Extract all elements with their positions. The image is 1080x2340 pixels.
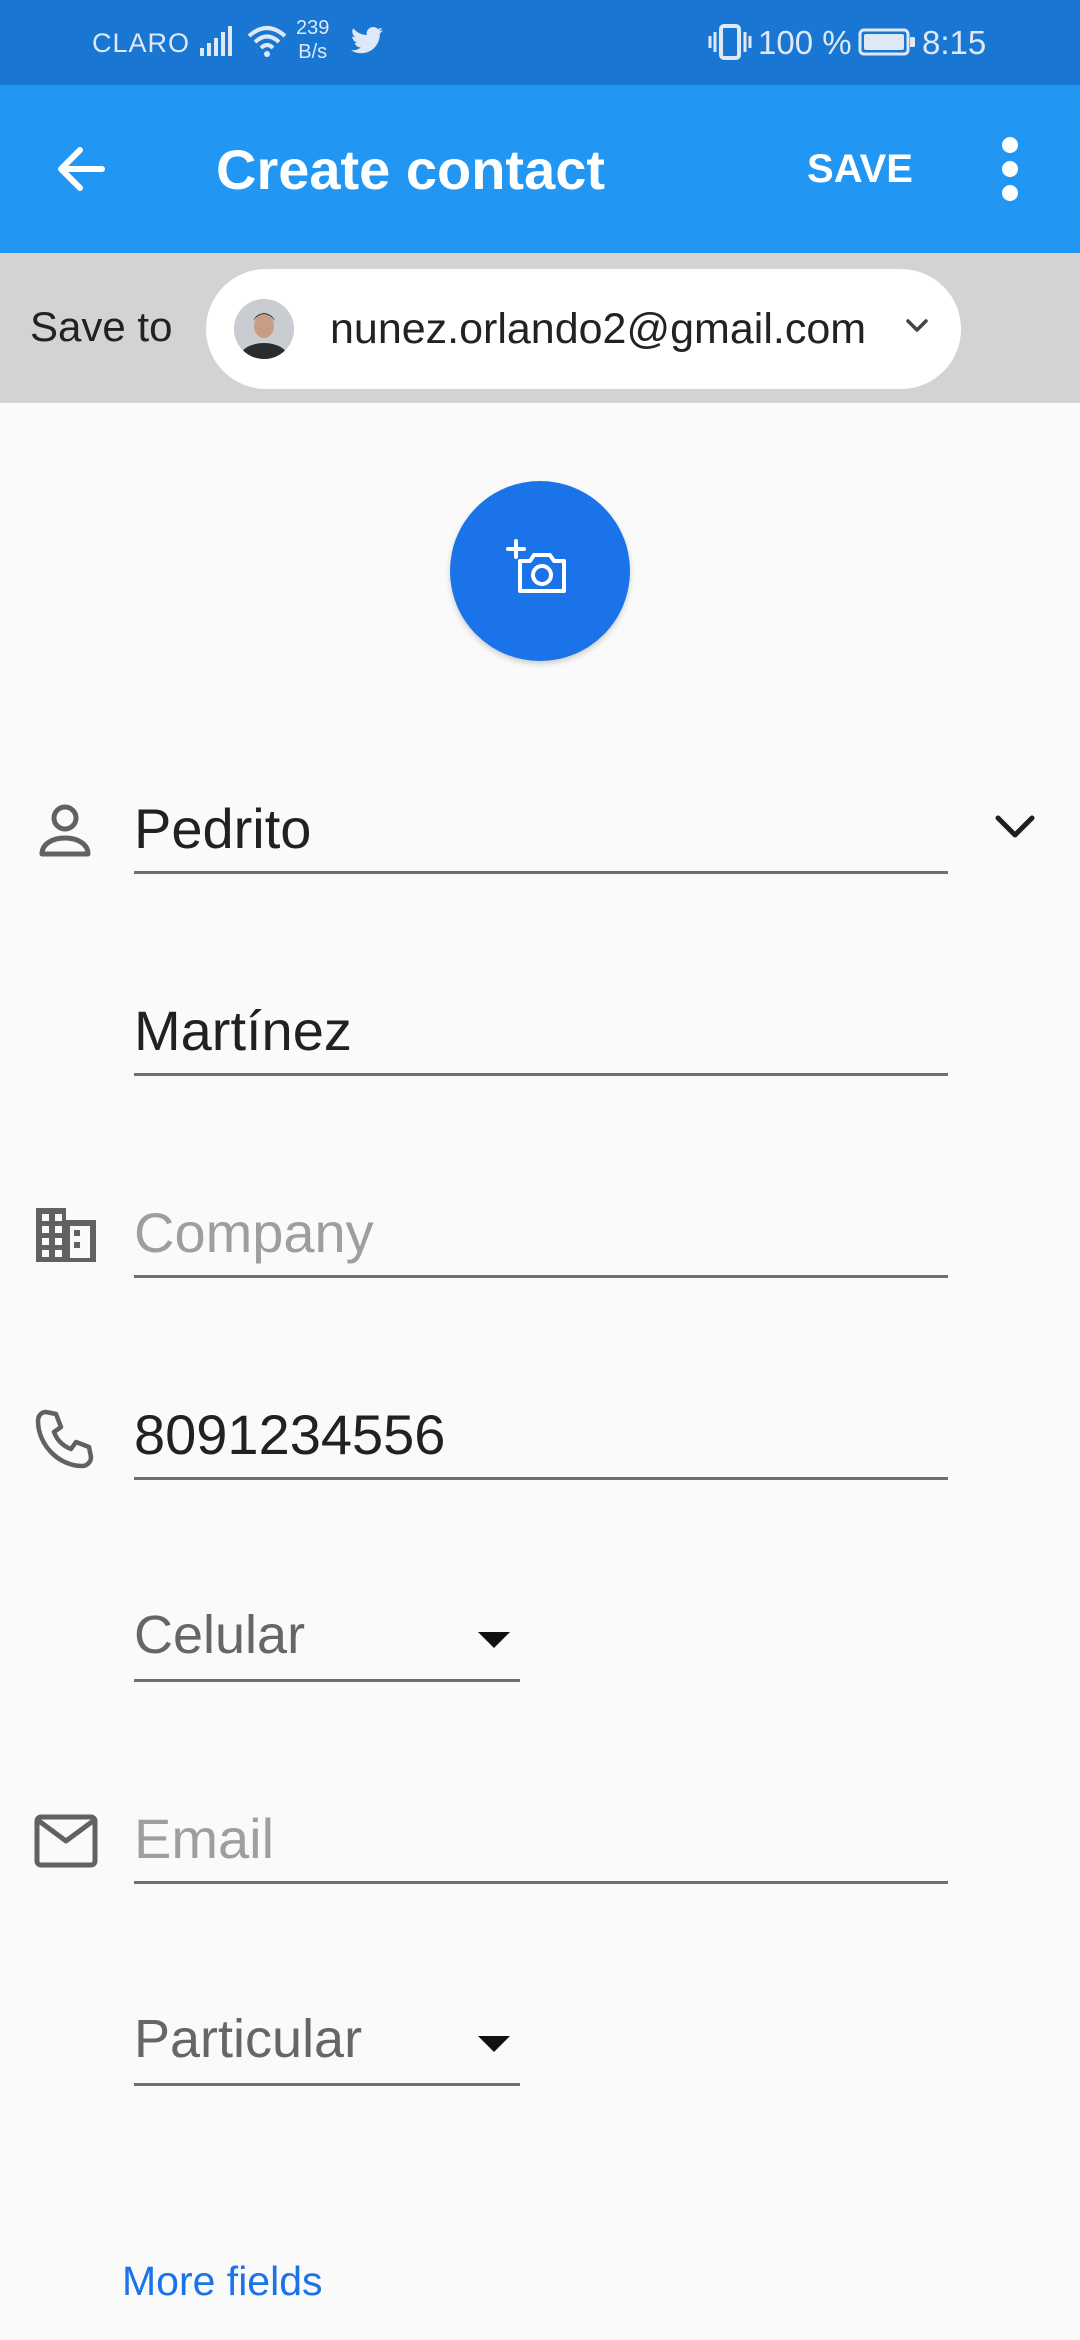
clock: 8:15 (922, 24, 987, 61)
save-to-label: Save to (30, 303, 173, 350)
account-email: nunez.orlando2@gmail.com (330, 305, 867, 353)
app-bar: Create contact SAVE (0, 85, 1080, 253)
business-icon (34, 1206, 98, 1269)
person-icon (34, 800, 96, 867)
first-name-field[interactable]: Pedrito (134, 784, 948, 874)
wifi-icon (246, 24, 288, 63)
phone-field[interactable]: 8091234556 (134, 1390, 948, 1480)
more-vert-icon (1002, 137, 1018, 201)
last-name-field[interactable]: Martínez (134, 986, 948, 1076)
dropdown-arrow-icon (478, 1632, 510, 1648)
save-to-bar: Save to nunez.orlando2@gmail.com (0, 253, 1080, 403)
email-type-select[interactable]: Particular (134, 1996, 520, 2086)
mail-icon (34, 1814, 98, 1873)
network-speed-value: 239 (296, 17, 330, 39)
email-field[interactable]: Email (134, 1794, 948, 1884)
add-photo-icon (506, 539, 566, 593)
chevron-down-icon (995, 815, 1035, 838)
expand-name-button[interactable] (992, 810, 1038, 847)
phone-value: 8091234556 (134, 1403, 446, 1466)
save-button[interactable]: SAVE (790, 137, 930, 201)
add-photo-button[interactable] (450, 481, 630, 661)
email-placeholder: Email (134, 1807, 275, 1870)
status-bar: CLARO 239 B/s 100 % 8:15 (0, 0, 1080, 85)
back-button[interactable] (48, 135, 116, 203)
dropdown-arrow-icon (478, 2036, 510, 2052)
network-speed: 239 B/s (296, 16, 329, 64)
phone-icon (34, 1408, 96, 1475)
network-speed-unit: B/s (298, 41, 328, 63)
signal-icon (200, 26, 236, 61)
email-type-value: Particular (134, 2009, 363, 2069)
battery-percentage: 100 % (758, 24, 852, 61)
last-name-value: Martínez (134, 999, 352, 1062)
page-title: Create contact (216, 138, 606, 201)
avatar (234, 299, 294, 359)
chevron-down-icon (902, 315, 932, 342)
vibrate-icon (708, 24, 752, 65)
account-selector[interactable]: nunez.orlando2@gmail.com (206, 269, 961, 389)
more-options-button[interactable] (990, 133, 1030, 205)
first-name-value: Pedrito (134, 797, 312, 860)
carrier-name: CLARO (92, 28, 191, 58)
battery-icon (858, 28, 916, 61)
phone-type-value: Celular (134, 1605, 306, 1665)
more-fields-button[interactable]: More fields (122, 2258, 323, 2305)
company-placeholder: Company (134, 1201, 374, 1264)
twitter-icon (350, 26, 384, 59)
phone-type-select[interactable]: Celular (134, 1592, 520, 1682)
arrow-left-icon (58, 147, 105, 191)
company-field[interactable]: Company (134, 1188, 948, 1278)
